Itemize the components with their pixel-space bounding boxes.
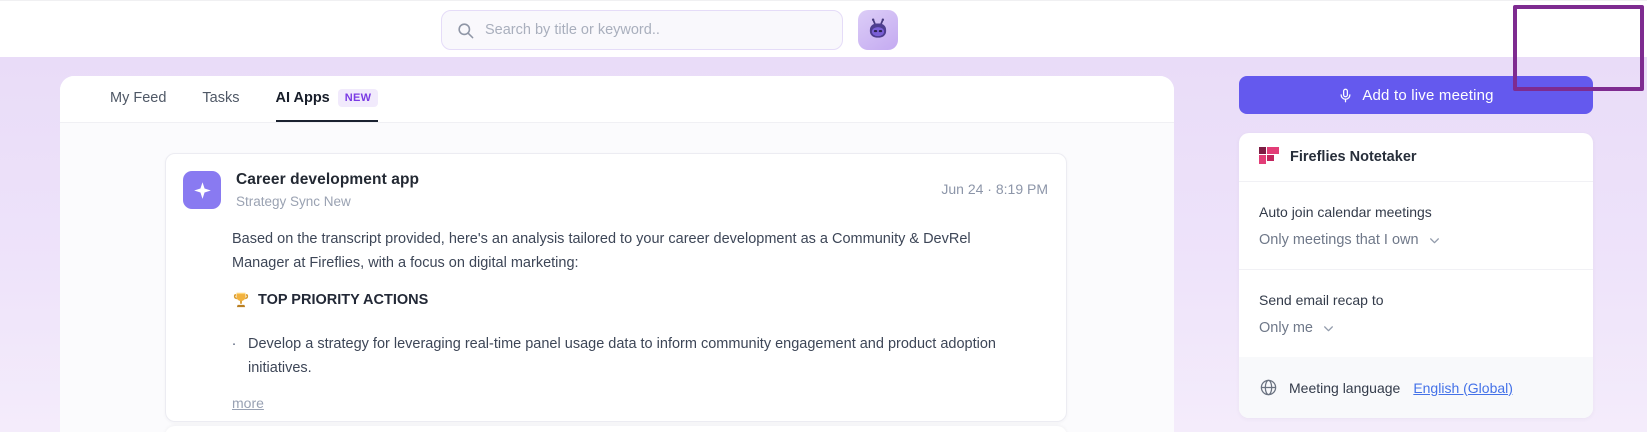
tab-my-feed[interactable]: My Feed	[110, 76, 166, 122]
card-intro-text: Based on the transcript provided, here's…	[232, 231, 971, 271]
search-icon	[458, 22, 474, 38]
email-recap-setting: Send email recap to Only me	[1239, 269, 1593, 357]
meeting-language-link[interactable]: English (Global)	[1413, 380, 1513, 396]
globe-icon	[1260, 379, 1277, 396]
panel-header: Fireflies Notetaker	[1239, 133, 1593, 182]
top-bar: Search by title or keyword..	[0, 0, 1647, 91]
workspace: My Feed Tasks AI Apps NEW Career develop…	[0, 57, 1647, 432]
card-subtitle: Strategy Sync New	[236, 194, 351, 209]
card-body: Based on the transcript provided, here's…	[232, 228, 1030, 413]
sparkle-icon	[193, 181, 211, 199]
right-sidebar: Add to live meeting Fireflies Notetaker …	[1239, 76, 1593, 418]
card-timestamp: Jun 24 · 8:19 PM	[941, 181, 1048, 197]
auto-join-label: Auto join calendar meetings	[1259, 204, 1432, 220]
auto-join-setting: Auto join calendar meetings Only meeting…	[1239, 182, 1593, 269]
feed-card[interactable]: Career development app Strategy Sync New…	[165, 153, 1067, 422]
ai-bot-button[interactable]	[858, 10, 898, 50]
feed-panel: My Feed Tasks AI Apps NEW Career develop…	[60, 76, 1174, 432]
more-link[interactable]: more	[232, 395, 264, 411]
meeting-language-label: Meeting language	[1289, 379, 1401, 396]
chevron-down-icon	[1429, 237, 1439, 243]
sparkle-app-icon	[183, 171, 221, 209]
tab-label: Tasks	[202, 90, 240, 106]
tab-ai-apps[interactable]: AI Apps NEW	[275, 76, 379, 122]
search-input[interactable]: Search by title or keyword..	[441, 10, 843, 50]
email-recap-dropdown[interactable]: Only me	[1259, 318, 1573, 338]
auto-join-value: Only meetings that I own	[1259, 232, 1419, 248]
section-heading-text: TOP PRIORITY ACTIONS	[258, 292, 429, 308]
email-recap-value: Only me	[1259, 320, 1313, 336]
search-placeholder: Search by title or keyword..	[485, 22, 660, 38]
bullet-item: Develop a strategy for leveraging real-t…	[232, 330, 1007, 380]
panel-title: Fireflies Notetaker	[1290, 149, 1417, 165]
add-to-live-meeting-button[interactable]: Add to live meeting	[1239, 76, 1593, 114]
live-button-label: Add to live meeting	[1362, 86, 1494, 104]
trophy-icon	[233, 292, 249, 308]
new-badge: NEW	[337, 89, 379, 107]
auto-join-dropdown[interactable]: Only meetings that I own	[1259, 230, 1573, 250]
card-titles: Career development app Strategy Sync New	[236, 171, 419, 209]
microphone-icon	[1340, 88, 1351, 102]
card-section-heading: TOP PRIORITY ACTIONS	[232, 291, 1030, 309]
next-card-peek	[165, 426, 1067, 432]
email-recap-label: Send email recap to	[1259, 292, 1384, 308]
fireflies-notetaker-panel: Fireflies Notetaker Auto join calendar m…	[1239, 133, 1593, 418]
robot-icon	[869, 18, 887, 38]
panel-footer: Meeting language English (Global)	[1239, 357, 1593, 418]
tab-label: AI Apps	[275, 90, 330, 106]
fireflies-logo-icon	[1259, 147, 1279, 167]
card-title: Career development app	[236, 171, 420, 188]
feed-tabs: My Feed Tasks AI Apps NEW	[60, 76, 1174, 123]
tab-tasks[interactable]: Tasks	[202, 76, 239, 122]
chevron-down-icon	[1324, 325, 1333, 331]
app-screen: Search by title or keyword.. My Feed Tas…	[0, 0, 1647, 432]
card-header: Career development app Strategy Sync New…	[166, 154, 1066, 209]
tab-label: My Feed	[110, 90, 167, 106]
